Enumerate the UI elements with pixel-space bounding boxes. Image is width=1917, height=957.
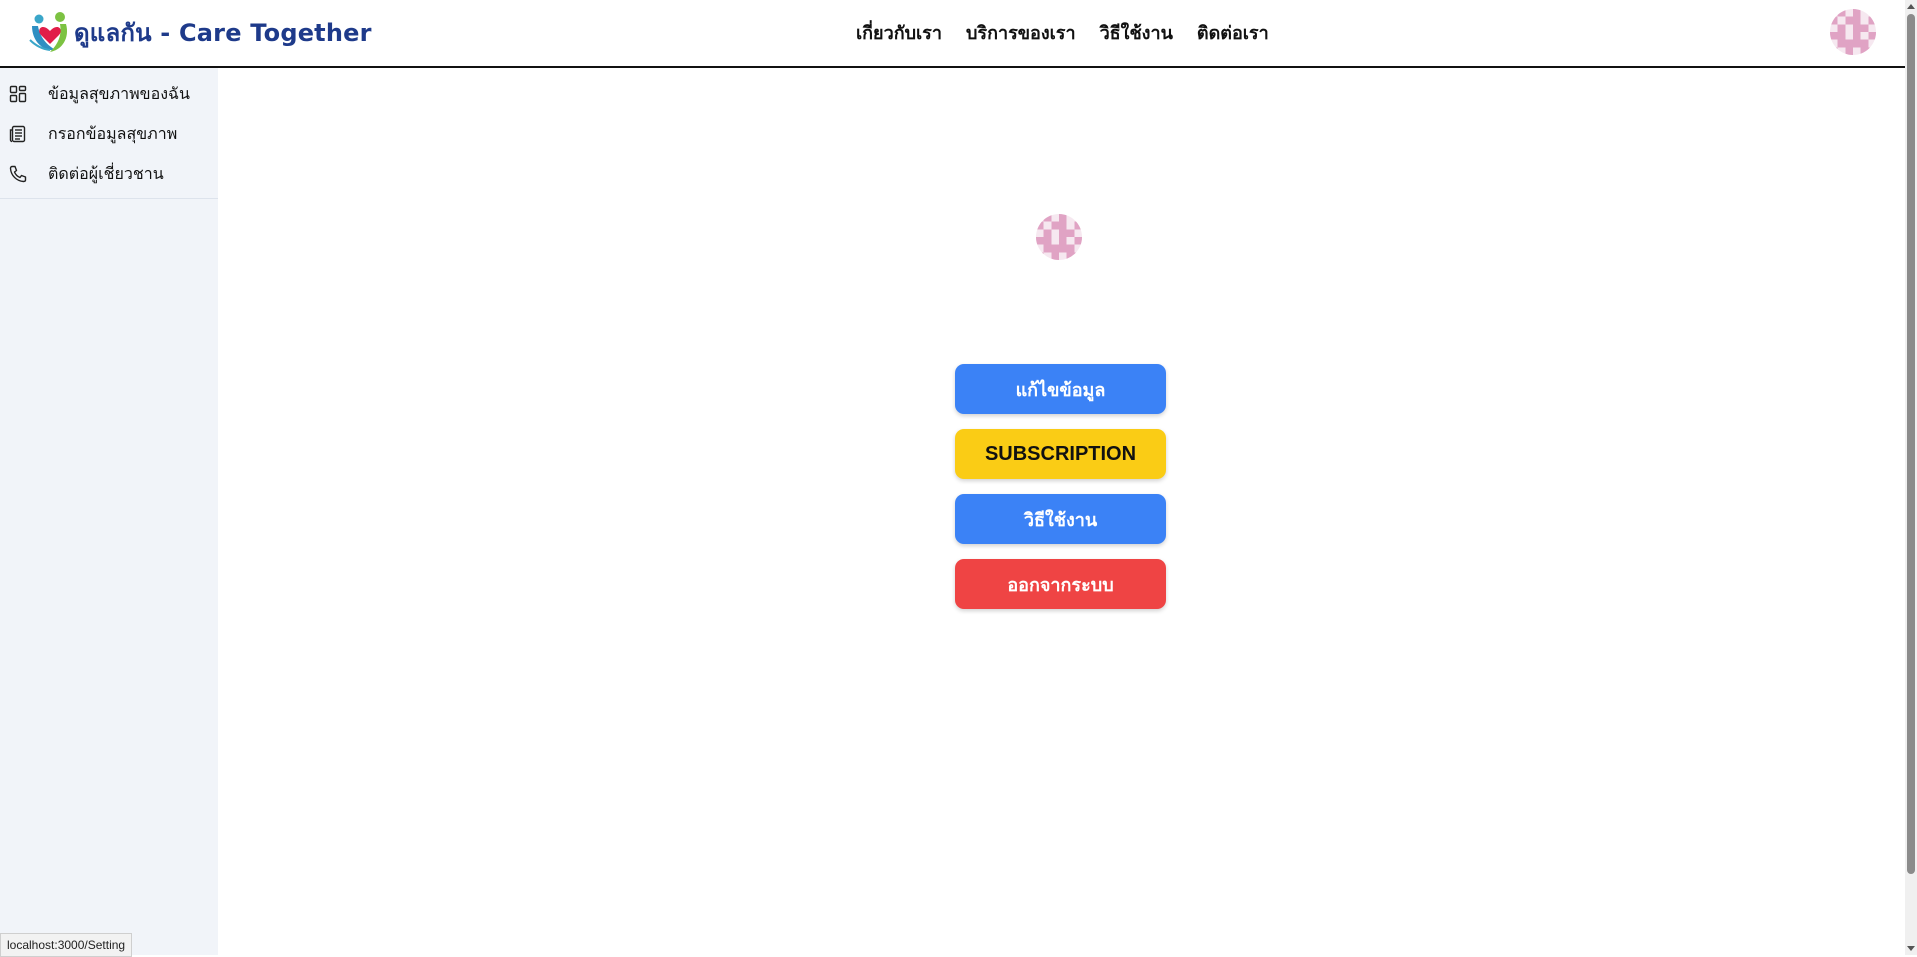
nav-how-to[interactable]: วิธีใช้งาน xyxy=(1100,18,1173,47)
brand-name: ดูแลกัน - Care Together xyxy=(74,18,372,47)
care-logo-icon xyxy=(29,12,68,52)
nav-contact[interactable]: ติดต่อเรา xyxy=(1197,18,1269,47)
newspaper-icon xyxy=(8,124,28,144)
top-header: ดูแลกัน - Care Together เกี่ยวกับเรา บริ… xyxy=(0,0,1905,68)
sidebar-item-label: ติดต่อผู้เชี่ยวชาน xyxy=(48,163,164,183)
dashboard-icon xyxy=(8,84,28,104)
scroll-down-arrow-icon[interactable] xyxy=(1906,943,1916,953)
profile-avatar xyxy=(1036,214,1082,260)
sidebar-item-label: กรอกข้อมูลสุขภาพ xyxy=(48,123,178,143)
sidebar-item-contact-expert[interactable]: ติดต่อผู้เชี่ยวชาน xyxy=(0,154,218,194)
edit-profile-button[interactable]: แก้ไขข้อมูล xyxy=(955,364,1166,414)
status-bar-url: localhost:3000/Setting xyxy=(0,933,133,957)
main-nav: เกี่ยวกับเรา บริการของเรา วิธีใช้งาน ติด… xyxy=(856,18,1269,47)
sidebar-item-my-health[interactable]: ข้อมูลสุขภาพของฉัน xyxy=(0,74,218,114)
how-to-button[interactable]: วิธีใช้งาน xyxy=(955,494,1166,544)
brand[interactable]: ดูแลกัน - Care Together xyxy=(26,8,372,56)
phone-icon xyxy=(8,164,28,184)
user-avatar[interactable] xyxy=(1830,9,1876,55)
sidebar-menu: ข้อมูลสุขภาพของฉัน กรอกข้อมูลสุขภาพ ติดต… xyxy=(0,68,218,199)
logout-button[interactable]: ออกจากระบบ xyxy=(955,559,1166,609)
nav-services[interactable]: บริการของเรา xyxy=(966,18,1076,47)
scroll-up-arrow-icon[interactable] xyxy=(1906,2,1916,12)
sidebar-item-enter-health[interactable]: กรอกข้อมูลสุขภาพ xyxy=(0,114,218,154)
vertical-scrollbar[interactable] xyxy=(1905,0,1917,955)
sidebar: ข้อมูลสุขภาพของฉัน กรอกข้อมูลสุขภาพ ติดต… xyxy=(0,68,218,955)
nav-about[interactable]: เกี่ยวกับเรา xyxy=(856,18,942,47)
subscription-button[interactable]: SUBSCRIPTION xyxy=(955,429,1166,479)
sidebar-item-label: ข้อมูลสุขภาพของฉัน xyxy=(48,83,190,103)
scrollbar-thumb[interactable] xyxy=(1907,14,1915,874)
